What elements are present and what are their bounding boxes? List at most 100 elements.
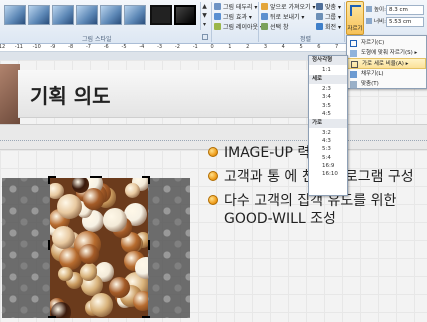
ratio-option[interactable]: 3:2 [309,129,347,137]
crop-handle[interactable] [142,316,150,318]
picture-style-thumb[interactable] [150,5,172,25]
crop-button[interactable]: 자르기 [346,1,364,35]
pastry-shape [108,277,130,299]
gallery-more-icon[interactable]: ▾ [201,20,208,29]
crop-handle[interactable] [148,176,150,184]
picture-style-thumb[interactable] [4,5,26,25]
slide-title[interactable]: 기획 의도 [30,80,111,109]
picture-style-thumb[interactable] [100,5,122,25]
bullet-dot-icon [208,195,218,205]
menu-item-aspect-ratio[interactable]: 가로 세로 비율(A) ▸ [347,58,426,69]
gallery-scroll[interactable]: ▲ ▼ ▾ [200,2,208,30]
pastry-shape [56,194,82,220]
pastry-shape [132,290,148,312]
ratio-option[interactable]: 16:9 [309,162,347,170]
ruler-mark: 6 [317,44,321,50]
title-decoration-image [0,64,20,124]
width-input[interactable]: 5.53 cm [386,17,424,27]
ratio-option[interactable]: 4:3 [309,137,347,145]
bring-forward-icon [261,3,268,10]
picture-style-thumb[interactable] [174,5,196,25]
bring-forward-button[interactable]: 앞으로 가져오기 ▾ [261,3,315,12]
ruler-mark: 2 [246,44,250,50]
ruler-mark: -6 [103,44,109,50]
pastry-shape [78,244,99,265]
submenu-header: 세로 [309,75,347,85]
crop-icon [350,40,357,47]
crop-handle[interactable] [90,176,102,178]
picture-layout-button[interactable]: 그림 레이아웃 ▾ [214,23,263,32]
picture-border-button[interactable]: 그림 테두리 ▾ [214,3,257,12]
group-button[interactable]: 그룹 ▾ [316,13,341,22]
ruler-mark: -3 [157,44,163,50]
picture-border-icon [214,3,221,10]
crop-handle[interactable] [48,240,50,250]
crop-icon [350,5,361,16]
pastry-shape [58,266,73,282]
pastry-shape [89,293,114,317]
ratio-option[interactable]: 3:4 [309,93,347,101]
dialog-launcher-icon[interactable] [202,34,208,40]
ratio-option[interactable]: 5:3 [309,145,347,153]
gallery-up-icon[interactable]: ▲ [201,2,208,11]
crop-handle[interactable] [48,176,50,184]
selection-pane-button[interactable]: 선택 창 [261,23,288,32]
ratio-option[interactable]: 3:5 [309,102,347,110]
ruler-mark: 7 [335,44,339,50]
align-icon [316,3,323,10]
height-icon [366,6,372,12]
bullet-item: 다수 고객의 집객 유도를 위한 GOOD-WILL 조성 [206,192,422,228]
ruler-mark: -11 [14,44,23,50]
picture-style-thumb[interactable] [28,5,50,25]
pastry-photo[interactable] [50,178,148,318]
width-label: 너비: [366,17,386,27]
ruler-mark: 1 [228,44,232,50]
picture-layout-icon [214,23,221,30]
picture-effects-icon [214,13,221,20]
group-label-picture-styles: 그림 스타일 [82,36,112,43]
app-window: ▲ ▼ ▾ 그림 스타일 그림 테두리 ▾ 그림 효과 ▾ 그림 레이아웃 ▾ … [0,0,427,322]
ruler-mark: 0 [210,44,214,50]
picture-style-thumb[interactable] [124,5,146,25]
height-label: 높이: [366,5,386,15]
menu-item-fit[interactable]: 맞춤(T) [347,79,426,90]
rotate-button[interactable]: 회전 ▾ [316,23,341,32]
fill-icon [350,71,357,78]
height-input[interactable]: 8.3 cm [386,5,424,15]
picture-style-thumb[interactable] [76,5,98,25]
ratio-option[interactable]: 1:1 [309,66,347,74]
shape-icon [350,50,357,57]
pastry-shape [80,263,98,281]
ruler-mark: -7 [85,44,91,50]
ratio-option[interactable]: 5:4 [309,154,347,162]
bullet-dot-icon [208,147,218,157]
aspect-ratio-submenu: 정사각형 1:1 세로 2:3 3:4 3:5 4:5 가로 3:2 4:3 5:3 5:4 16:9 1… [308,55,348,196]
ruler-mark: -2 [174,44,180,50]
aspect-ratio-icon [351,61,358,68]
ruler-mark: -9 [50,44,56,50]
ratio-option[interactable]: 16:10 [309,170,347,178]
submenu-header: 정사각형 [309,56,347,65]
ratio-option[interactable]: 4:5 [309,110,347,118]
ratio-option[interactable]: 2:3 [309,85,347,93]
gallery-down-icon[interactable]: ▼ [201,11,208,20]
ruler-mark: -4 [139,44,145,50]
rotate-icon [316,23,323,30]
guide-line [0,140,427,141]
pastry-shape [125,183,141,199]
ruler-mark: -12 [0,44,6,50]
send-backward-icon [261,13,268,20]
crop-handle[interactable] [148,240,150,250]
picture-effects-button[interactable]: 그림 효과 ▾ [214,13,252,22]
picture-style-thumb[interactable] [52,5,74,25]
send-backward-button[interactable]: 뒤로 보내기 ▾ [261,13,304,22]
submenu-header: 가로 [309,119,347,128]
crop-handle[interactable] [48,316,56,318]
align-button[interactable]: 맞춤 ▾ [316,3,341,12]
ruler-mark: -5 [121,44,127,50]
group-icon [316,13,323,20]
ruler-mark: 3 [263,44,268,50]
ruler-mark: -1 [192,44,198,50]
pastry-shape [51,226,75,249]
fit-icon [350,81,357,88]
